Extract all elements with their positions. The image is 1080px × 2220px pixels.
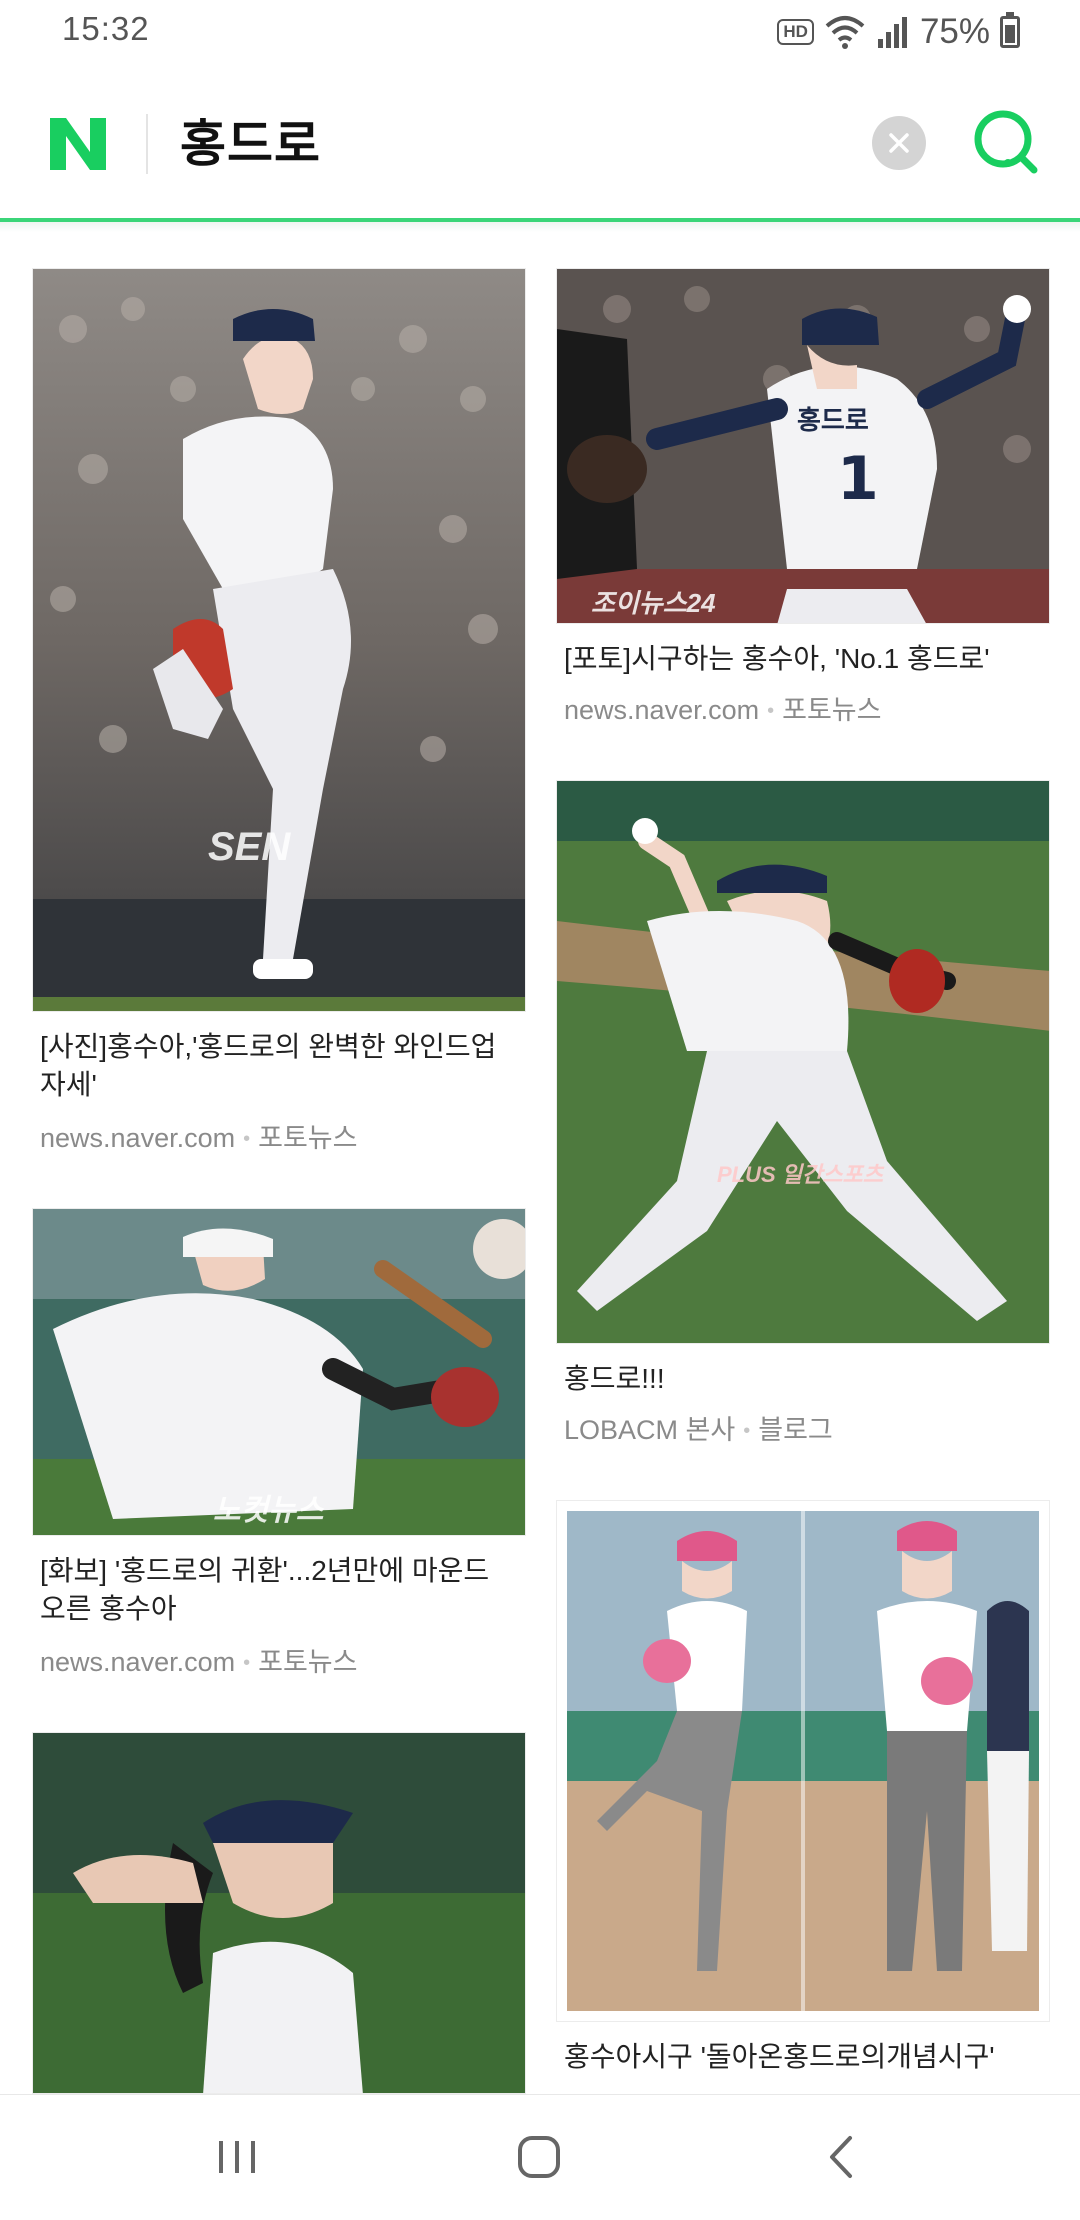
result-thumbnail[interactable]: 홍드로 1 조이뉴스24 (556, 268, 1050, 624)
source-category: 포토뉴스 (782, 695, 882, 725)
search-icon (974, 110, 1038, 174)
source-name[interactable]: news.naver.com (40, 1123, 235, 1153)
jersey-name: 홍드로 (797, 406, 869, 436)
pitcher-photo (567, 1511, 1039, 2011)
source-category: 포토뉴스 (258, 1647, 358, 1677)
pitcher-photo: 홍드로 1 (557, 269, 1049, 623)
thumbnail-watermark: PLUS 일간스포츠 (717, 1162, 883, 1187)
result-thumbnail[interactable]: SEN (32, 268, 526, 1012)
wifi-icon (825, 16, 865, 49)
source-category: 포토뉴스 (258, 1123, 358, 1153)
clear-button[interactable] (872, 116, 926, 170)
source-name[interactable]: LOBACM 본사 (564, 1415, 735, 1445)
jersey-number: 1 (837, 444, 879, 514)
search-header: 홍드로 (0, 64, 1080, 232)
source-category: 블로그 (758, 1415, 833, 1445)
result-source: LOBACM 본사 • 블로그 (564, 1415, 833, 1445)
result-source: news.naver.com • 포토뉴스 (40, 1647, 358, 1677)
pitcher-photo (557, 781, 1049, 1343)
status-bar: 15:32 HD 75% (0, 0, 1080, 64)
home-button[interactable] (504, 2125, 574, 2189)
hd-badge: HD (777, 19, 814, 45)
search-button[interactable] (970, 106, 1042, 178)
result-card[interactable]: 노컷뉴스 [화보] '홍드로의 귀환'...2년만에 마운드 오른 홍수아 ne… (32, 1208, 526, 1678)
source-name[interactable]: news.naver.com (564, 695, 759, 725)
header-divider (146, 114, 148, 174)
result-caption[interactable]: [사진]홍수아,'홍드로의 완벽한 와인드업 자세' (40, 1028, 520, 1104)
search-query[interactable]: 홍드로 (180, 104, 321, 176)
result-card[interactable]: 홍수아시구 '돌아온홍드로의개념시구' (556, 1500, 1050, 2094)
result-card[interactable]: SEN [사진]홍수아,'홍드로의 완벽한 와인드업 자세' news.nave… (32, 268, 526, 1153)
result-card[interactable]: 홍드로 1 조이뉴스24 [포토]시구하는 홍수아, 'No.1 홍드로' ne… (556, 268, 1050, 728)
result-caption[interactable]: 홍수아시구 '돌아온홍드로의개념시구' (564, 2038, 1044, 2076)
result-thumbnail[interactable] (32, 1732, 526, 2094)
thumbnail-watermark: 조이뉴스24 (591, 588, 716, 618)
result-card[interactable]: PLUS 일간스포츠 홍드로!!! LOBACM 본사 • 블로그 (556, 780, 1050, 1445)
recent-apps-button[interactable] (202, 2125, 272, 2189)
home-icon (518, 2136, 560, 2178)
battery-icon (1000, 12, 1020, 48)
thumbnail-watermark: 노컷뉴스 (213, 1494, 324, 1527)
status-time: 15:32 (62, 10, 150, 47)
result-card[interactable] (32, 1732, 526, 2094)
result-thumbnail[interactable] (556, 1500, 1050, 2022)
thumbnail-watermark: SEN (208, 825, 291, 869)
naver-logo[interactable] (46, 112, 110, 176)
battery-percent: 75% (919, 12, 990, 51)
recent-apps-icon (219, 2141, 255, 2173)
back-icon (830, 2136, 852, 2178)
header-shadow (0, 222, 1080, 232)
result-caption[interactable]: [포토]시구하는 홍수아, 'No.1 홍드로' (564, 640, 1044, 678)
navigation-bar (0, 2094, 1080, 2220)
pitcher-photo (33, 1733, 525, 2093)
signal-icon (877, 17, 907, 48)
result-source: news.naver.com • 포토뉴스 (564, 695, 882, 725)
close-icon (889, 133, 909, 153)
source-name[interactable]: news.naver.com (40, 1647, 235, 1677)
status-icons: HD 75% (777, 10, 1020, 54)
result-thumbnail[interactable]: PLUS 일간스포츠 (556, 780, 1050, 1344)
pitcher-photo (33, 269, 525, 1011)
result-source: news.naver.com • 포토뉴스 (40, 1123, 358, 1153)
back-button[interactable] (806, 2125, 876, 2189)
result-caption[interactable]: 홍드로!!! (564, 1360, 1044, 1398)
result-thumbnail[interactable]: 노컷뉴스 (32, 1208, 526, 1536)
result-caption[interactable]: [화보] '홍드로의 귀환'...2년만에 마운드 오른 홍수아 (40, 1552, 520, 1628)
